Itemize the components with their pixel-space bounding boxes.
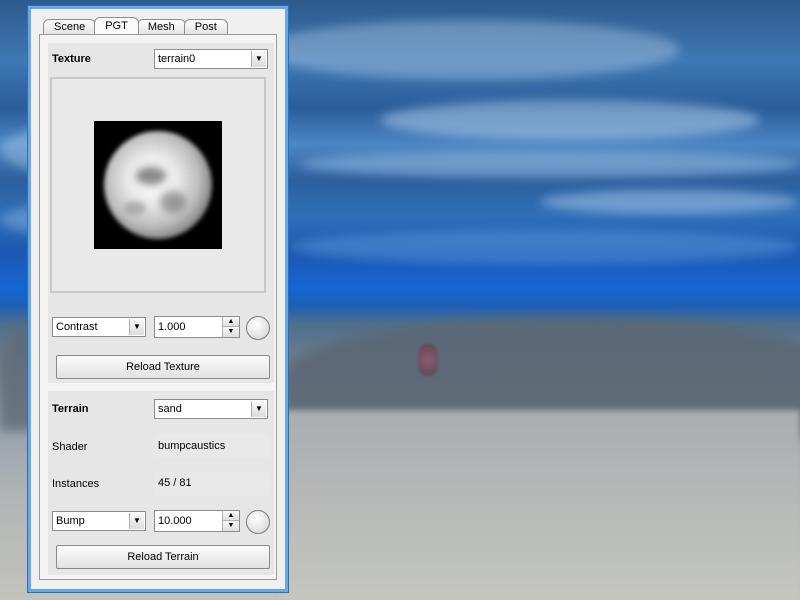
texture-select[interactable]: terrain0 ▼ bbox=[154, 49, 268, 69]
chevron-down-icon: ▼ bbox=[129, 319, 144, 335]
arrow-down-icon[interactable]: ▼ bbox=[223, 327, 239, 337]
texture-adjust-select[interactable]: Contrast ▼ bbox=[52, 317, 146, 337]
arrow-up-icon[interactable]: ▲ bbox=[223, 511, 239, 521]
reload-texture-button[interactable]: Reload Texture bbox=[56, 355, 270, 379]
chevron-down-icon: ▼ bbox=[251, 401, 266, 417]
terrain-group: Terrain sand ▼ Shader bumpcaustics Insta… bbox=[48, 391, 274, 575]
shader-label: Shader bbox=[52, 441, 88, 453]
water-caustic bbox=[540, 190, 800, 214]
arrow-up-icon[interactable]: ▲ bbox=[223, 317, 239, 327]
tab-pgt[interactable]: PGT bbox=[94, 17, 139, 34]
terrain-adjust-mode: Bump bbox=[56, 515, 85, 527]
spin-buttons: ▲ ▼ bbox=[222, 317, 239, 337]
terrain-adjust-value: 10.000 bbox=[158, 515, 192, 527]
coral-plant bbox=[418, 344, 438, 376]
chevron-down-icon: ▼ bbox=[129, 513, 144, 529]
terrain-knob-icon[interactable] bbox=[246, 510, 270, 534]
water-caustic bbox=[380, 100, 760, 140]
tab-scene[interactable]: Scene bbox=[43, 19, 97, 34]
texture-preview bbox=[50, 77, 266, 293]
spin-buttons: ▲ ▼ bbox=[222, 511, 239, 531]
tab-mesh[interactable]: Mesh bbox=[136, 19, 186, 34]
water-caustic bbox=[300, 150, 800, 178]
texture-group: Texture terrain0 ▼ Contrast ▼ 1.000 ▲ ▼ … bbox=[48, 43, 274, 383]
terrain-adjust-spinbox[interactable]: 10.000 ▲ ▼ bbox=[154, 510, 240, 532]
texture-blob bbox=[104, 131, 212, 239]
reload-terrain-button[interactable]: Reload Terrain bbox=[56, 545, 270, 569]
sand-floor bbox=[280, 410, 800, 600]
tab-content: Texture terrain0 ▼ Contrast ▼ 1.000 ▲ ▼ … bbox=[39, 34, 277, 580]
instances-value: 45 / 81 bbox=[154, 471, 270, 495]
chevron-down-icon: ▼ bbox=[251, 51, 266, 67]
tab-bar: Scene PGT Mesh Post bbox=[43, 17, 228, 35]
texture-adjust-value: 1.000 bbox=[158, 321, 186, 333]
terrain-select-value: sand bbox=[158, 403, 182, 415]
water-caustic bbox=[260, 20, 680, 80]
water-caustic bbox=[290, 230, 800, 264]
texture-adjust-mode: Contrast bbox=[56, 321, 98, 333]
terrain-label: Terrain bbox=[52, 403, 89, 415]
arrow-down-icon[interactable]: ▼ bbox=[223, 521, 239, 531]
tab-post[interactable]: Post bbox=[183, 19, 228, 34]
control-panel: Scene PGT Mesh Post Texture terrain0 ▼ C… bbox=[28, 6, 288, 592]
terrain-adjust-select[interactable]: Bump ▼ bbox=[52, 511, 146, 531]
texture-adjust-spinbox[interactable]: 1.000 ▲ ▼ bbox=[154, 316, 240, 338]
texture-select-value: terrain0 bbox=[158, 53, 196, 65]
texture-label: Texture bbox=[52, 53, 91, 65]
texture-image bbox=[94, 121, 222, 249]
shader-value: bumpcaustics bbox=[154, 434, 270, 458]
terrain-select[interactable]: sand ▼ bbox=[154, 399, 268, 419]
instances-label: Instances bbox=[52, 478, 100, 490]
texture-knob-icon[interactable] bbox=[246, 316, 270, 340]
